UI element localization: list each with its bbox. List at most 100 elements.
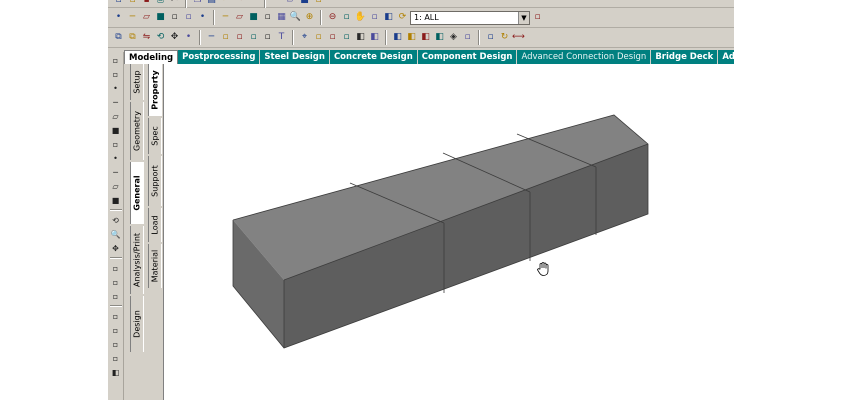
- insert-node-icon[interactable]: •: [182, 31, 195, 44]
- select-icon[interactable]: ▫: [109, 68, 122, 80]
- axis-icon[interactable]: ▫: [109, 290, 122, 302]
- structure-wizard-icon[interactable]: ▫: [326, 31, 339, 44]
- tab-advanced-slab-design[interactable]: Advanced Slab Design: [718, 50, 734, 64]
- node-icon[interactable]: •: [247, 0, 260, 7]
- move-icon[interactable]: ✥: [168, 31, 181, 44]
- solid-icon[interactable]: ■: [109, 124, 122, 136]
- isometric-icon[interactable]: ◈: [447, 31, 460, 44]
- dimension-icon[interactable]: ▫: [312, 31, 325, 44]
- spin-icon[interactable]: ↻: [498, 31, 511, 44]
- plate-icon[interactable]: ▱: [109, 180, 122, 192]
- report-icon[interactable]: ▫: [109, 352, 122, 364]
- merge-icon[interactable]: ▫: [247, 31, 260, 44]
- node-icon[interactable]: •: [109, 82, 122, 94]
- tab-component-design[interactable]: Component Design: [417, 50, 518, 64]
- vtab-setup[interactable]: Setup: [130, 64, 144, 100]
- beam-icon[interactable]: ─: [270, 0, 283, 7]
- translational-repeat-icon[interactable]: ⧉: [112, 31, 125, 44]
- mirror-icon[interactable]: ⇋: [140, 31, 153, 44]
- vtab-load[interactable]: Load: [148, 208, 162, 242]
- result-icon[interactable]: ▫: [109, 338, 122, 350]
- top-view-icon[interactable]: ◧: [419, 31, 432, 44]
- view-icon[interactable]: ◧: [382, 11, 395, 24]
- circular-repeat-icon[interactable]: ⧉: [126, 31, 139, 44]
- plate-cursor-icon[interactable]: ▱: [233, 11, 246, 24]
- copy-icon[interactable]: ❐: [191, 0, 204, 7]
- beam-icon[interactable]: ─: [109, 96, 122, 108]
- zoom-in-icon[interactable]: ⊕: [303, 11, 316, 24]
- open-icon[interactable]: ▫: [126, 0, 139, 7]
- back-view-icon[interactable]: ◧: [368, 31, 381, 44]
- node-cursor-icon[interactable]: •: [196, 11, 209, 24]
- scale-icon[interactable]: ▫: [109, 276, 122, 288]
- rotate-up-icon[interactable]: ▫: [461, 31, 474, 44]
- paste-icon[interactable]: ▤: [205, 0, 218, 7]
- tab-steel-design[interactable]: Steel Design: [260, 50, 330, 64]
- section-icon[interactable]: ▫: [109, 324, 122, 336]
- surface-icon[interactable]: ▫: [109, 138, 122, 150]
- move-icon[interactable]: ✥: [109, 242, 122, 254]
- renumber-icon[interactable]: ▫: [261, 31, 274, 44]
- label-icon[interactable]: ▫: [109, 262, 122, 274]
- chevron-down-icon[interactable]: ▼: [518, 11, 529, 24]
- stress-icon[interactable]: ▫: [109, 310, 122, 322]
- tool-icon[interactable]: ▫: [312, 0, 325, 7]
- solid-cursor-icon[interactable]: ■: [247, 11, 260, 24]
- vtab-general[interactable]: General: [130, 162, 144, 224]
- tab-postprocessing[interactable]: Postprocessing: [178, 50, 261, 64]
- connect-icon[interactable]: ▫: [219, 31, 232, 44]
- pan-icon[interactable]: ✋: [354, 11, 367, 24]
- bottom-view-icon[interactable]: ◧: [433, 31, 446, 44]
- vtab-design[interactable]: Design: [130, 296, 144, 352]
- geometry-icon[interactable]: ▫: [340, 31, 353, 44]
- grid-icon[interactable]: ▦: [275, 11, 288, 24]
- solid-icon[interactable]: ■: [109, 194, 122, 206]
- zoom-window-icon[interactable]: ▫: [340, 11, 353, 24]
- measure-icon[interactable]: ⟷: [512, 31, 525, 44]
- solid-icon[interactable]: ■: [298, 0, 311, 7]
- rotate-down-icon[interactable]: ▫: [484, 31, 497, 44]
- add-beam-icon[interactable]: ─: [205, 31, 218, 44]
- vtab-analysis-print[interactable]: Analysis/Print: [130, 226, 144, 294]
- vtab-support[interactable]: Support: [148, 156, 162, 206]
- zoom-out-icon[interactable]: ⊖: [326, 11, 339, 24]
- beam-icon[interactable]: ─: [109, 166, 122, 178]
- plate-icon[interactable]: ▱: [284, 0, 297, 7]
- display-icon[interactable]: ▫: [368, 11, 381, 24]
- vtab-geometry[interactable]: Geometry: [130, 102, 144, 160]
- select-node-icon[interactable]: •: [112, 11, 125, 24]
- select-solid-icon[interactable]: ■: [154, 11, 167, 24]
- beam-cursor-icon[interactable]: ─: [219, 11, 232, 24]
- view-icon[interactable]: ◧: [109, 366, 122, 378]
- tab-concrete-design[interactable]: Concrete Design: [329, 50, 418, 64]
- redo-icon[interactable]: ↷: [233, 0, 246, 7]
- vtab-material[interactable]: Material: [148, 244, 162, 288]
- right-view-icon[interactable]: ◧: [405, 31, 418, 44]
- intersect-icon[interactable]: ▫: [233, 31, 246, 44]
- rotate-icon[interactable]: ⟲: [154, 31, 167, 44]
- model-viewport[interactable]: [163, 64, 734, 400]
- refresh-icon[interactable]: ⟳: [396, 11, 409, 24]
- tab-bridge-deck[interactable]: Bridge Deck: [651, 50, 719, 64]
- structure-icon[interactable]: ▫: [531, 11, 544, 24]
- tab-modeling[interactable]: Modeling: [124, 50, 179, 64]
- vtab-spec[interactable]: Spec: [148, 118, 162, 154]
- zoom-icon[interactable]: 🔍: [289, 11, 302, 24]
- save-icon[interactable]: ▪: [140, 0, 153, 7]
- text-icon[interactable]: T: [275, 31, 288, 44]
- view-select-dropdown[interactable]: 1: ALL ▼: [410, 10, 530, 25]
- label-cursor-icon[interactable]: ▫: [261, 11, 274, 24]
- vtab-property[interactable]: Property: [148, 64, 162, 116]
- rotate-icon[interactable]: ⟲: [109, 214, 122, 226]
- snap-icon[interactable]: ⌖: [298, 31, 311, 44]
- front-view-icon[interactable]: ◧: [354, 31, 367, 44]
- cut-icon[interactable]: ✂: [168, 0, 181, 7]
- pointer-icon[interactable]: ▫: [109, 54, 122, 66]
- undo-icon[interactable]: ↶: [219, 0, 232, 7]
- select-surface-icon[interactable]: ▫: [168, 11, 181, 24]
- select-geometry-icon[interactable]: ▫: [182, 11, 195, 24]
- plate-icon[interactable]: ▱: [109, 110, 122, 122]
- file-new-icon[interactable]: ▫: [112, 0, 125, 7]
- left-view-icon[interactable]: ◧: [391, 31, 404, 44]
- node-icon[interactable]: •: [109, 152, 122, 164]
